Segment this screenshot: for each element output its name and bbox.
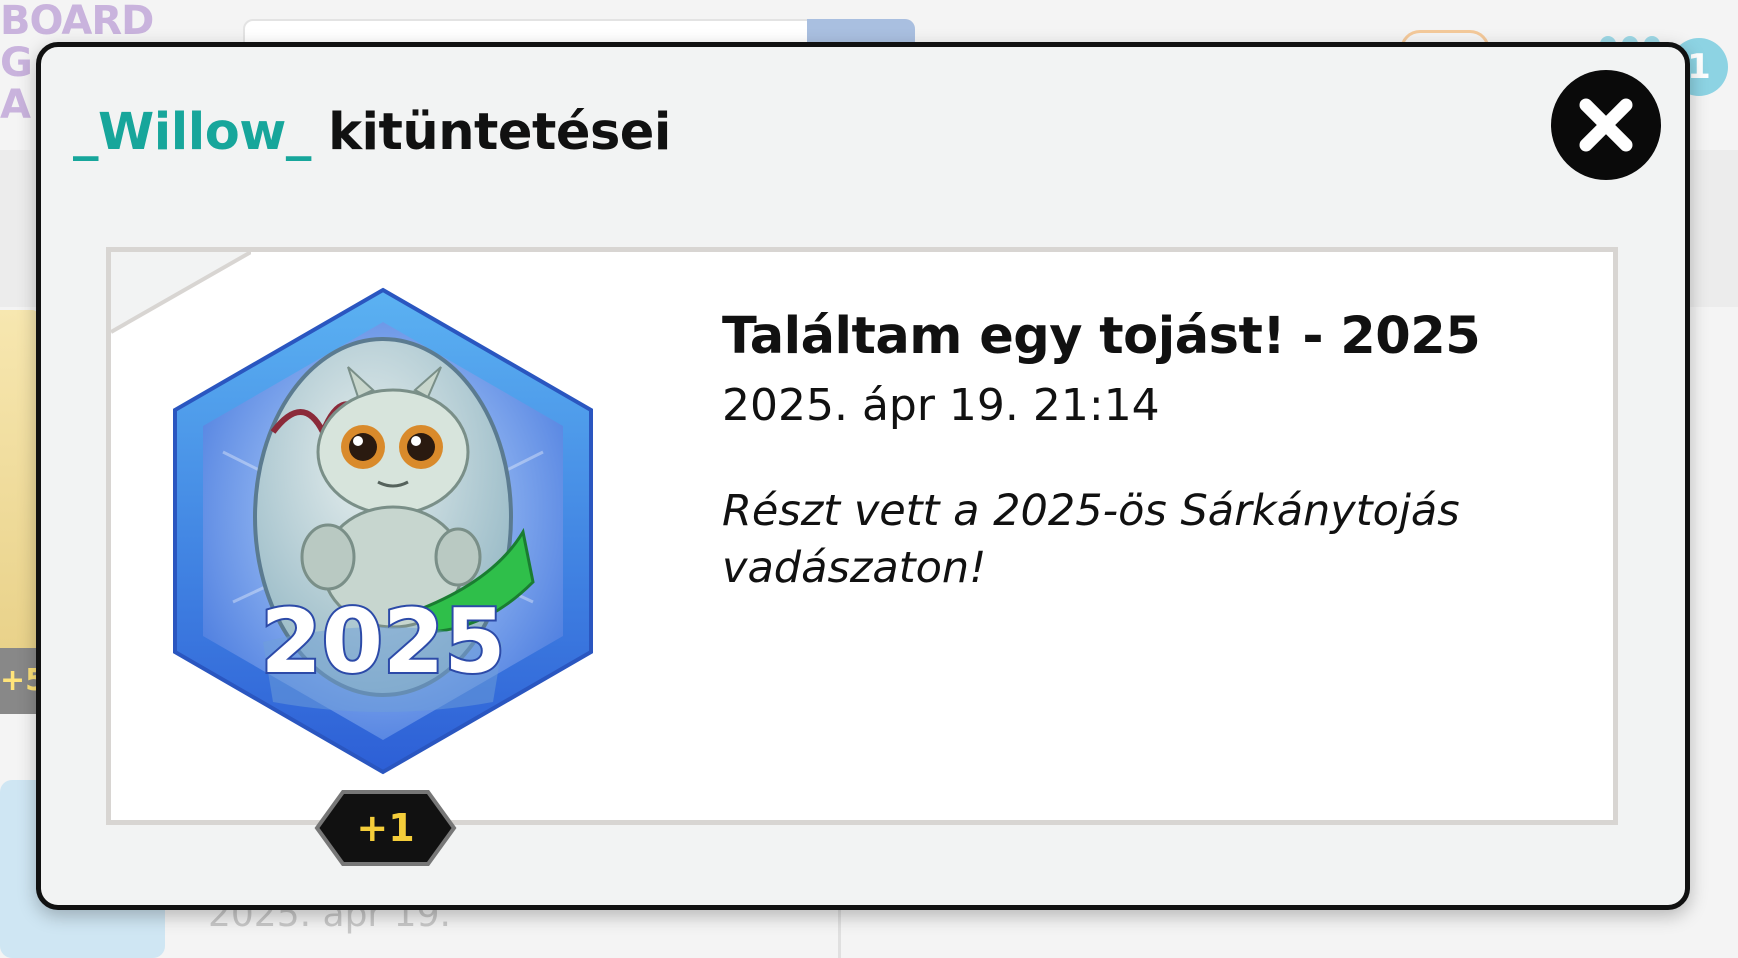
badge-year-text: 2025 [261,590,506,693]
modal-title-suffix: kitüntetései [310,103,671,162]
background-award-card [0,310,40,650]
award-count-text: +1 [356,806,415,850]
award-count-tag: +1 [313,788,458,868]
modal-title: _Willow_ kitüntetései [73,103,671,163]
close-button[interactable] [1551,70,1661,180]
award-title: Találtam egy tojást! - 2025 [722,307,1481,366]
username-link[interactable]: _Willow_ [73,103,311,162]
close-icon [1579,98,1633,152]
award-date: 2025. ápr 19. 21:14 [722,380,1160,431]
logo-line: BOARD [0,0,154,44]
award-card[interactable]: 2025 Találtam egy tojást! - 2025 2025. á… [106,247,1618,825]
awards-modal: _Willow_ kitüntetései 2025 Találtam egy … [36,42,1690,910]
divider [838,908,841,958]
background-count-badge: +5 [0,648,46,714]
award-description: Részt vett a 2025-ös Sárkánytojás vadász… [722,486,1460,593]
award-badge-image[interactable]: 2025 [163,282,603,782]
